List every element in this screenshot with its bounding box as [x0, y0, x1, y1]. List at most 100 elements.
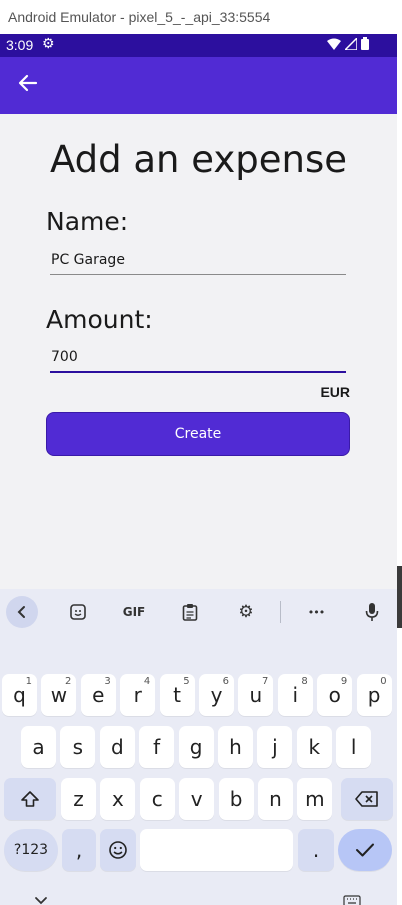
key-l-label: l — [350, 735, 357, 759]
key-x[interactable]: x — [100, 778, 136, 820]
status-bar: 3:09 ⚙ — [0, 34, 397, 57]
status-icons — [327, 37, 369, 50]
gif-button[interactable]: GIF — [118, 596, 150, 628]
key-e[interactable]: e3 — [80, 674, 116, 716]
key-t-hint: 5 — [183, 676, 190, 687]
shift-key[interactable] — [4, 778, 56, 820]
key-y-label: y — [210, 683, 223, 707]
key-t-label: t — [173, 683, 182, 707]
key-d[interactable]: d — [99, 726, 135, 768]
key-w[interactable]: w2 — [41, 674, 77, 716]
app-bar — [0, 57, 397, 114]
clipboard-icon[interactable] — [174, 596, 206, 628]
key-c-label: c — [151, 787, 163, 811]
name-label: Name: — [46, 207, 129, 236]
key-t[interactable]: t5 — [159, 674, 195, 716]
signal-icon — [345, 37, 357, 50]
key-o-hint: 9 — [340, 676, 348, 687]
key-v[interactable]: v — [179, 778, 215, 820]
key-i-hint: 8 — [301, 676, 308, 687]
key-n-label: n — [269, 787, 282, 811]
key-n[interactable]: n — [258, 778, 293, 820]
key-x-label: x — [111, 787, 124, 811]
sticker-icon[interactable] — [62, 596, 94, 628]
chevron-down-icon[interactable] — [34, 894, 48, 905]
key-i[interactable]: i8 — [277, 674, 313, 716]
key-m[interactable]: m — [297, 778, 333, 820]
emulator-frame-edge — [397, 34, 402, 905]
key-c[interactable]: c — [139, 778, 175, 820]
key-y-hint: 6 — [222, 676, 229, 687]
more-options-button[interactable]: ••• — [300, 596, 332, 628]
emoji-icon[interactable] — [100, 829, 136, 871]
key-z-label: z — [73, 787, 84, 811]
expense-form: Add an expense Name: Amount: EUR Create — [0, 114, 397, 584]
key-d-label: d — [110, 735, 124, 759]
key-u[interactable]: u7 — [238, 674, 274, 716]
arrow-left-icon[interactable] — [16, 71, 40, 95]
key-a[interactable]: a — [21, 726, 56, 768]
period-key[interactable]: . — [298, 829, 334, 871]
key-j-label: j — [272, 735, 278, 759]
key-i-label: i — [292, 683, 299, 707]
key-k[interactable]: k — [296, 726, 332, 768]
key-b-label: b — [229, 787, 243, 811]
key-f-label: f — [153, 735, 161, 759]
key-l[interactable]: l — [336, 726, 372, 768]
key-m-label: m — [305, 787, 325, 811]
page-title: Add an expense — [49, 138, 348, 181]
create-button[interactable]: Create — [46, 412, 350, 456]
key-u-hint: 7 — [262, 676, 269, 687]
key-e-hint: 3 — [104, 676, 111, 687]
toolbar-divider — [280, 601, 281, 623]
name-field[interactable] — [50, 245, 346, 275]
key-o[interactable]: o9 — [317, 674, 353, 716]
settings-gear-icon: ⚙ — [42, 35, 55, 51]
key-g-label: g — [189, 735, 203, 759]
key-j[interactable]: j — [257, 726, 293, 768]
keyboard-toolbar: GIF ⚙ ••• — [0, 589, 397, 635]
key-q[interactable]: q1 — [2, 674, 37, 716]
key-y[interactable]: y6 — [199, 674, 234, 716]
key-r[interactable]: r4 — [120, 674, 156, 716]
key-q-hint: 1 — [25, 676, 32, 687]
key-a-label: a — [32, 735, 45, 759]
key-p[interactable]: p0 — [356, 674, 392, 716]
wifi-icon — [327, 38, 341, 50]
key-q-label: q — [13, 683, 26, 707]
key-h-label: h — [229, 735, 242, 759]
chevron-left-icon[interactable] — [6, 596, 38, 628]
amount-field[interactable] — [50, 343, 346, 373]
key-u-label: u — [249, 683, 263, 707]
backspace-key[interactable] — [341, 778, 393, 820]
key-s-label: s — [72, 735, 84, 759]
key-f[interactable]: f — [139, 726, 175, 768]
currency-label: EUR — [320, 384, 350, 400]
space-key[interactable] — [140, 829, 293, 871]
key-p-label: p — [367, 683, 381, 707]
microphone-icon[interactable] — [356, 596, 388, 628]
key-v-label: v — [190, 787, 203, 811]
settings-icon[interactable]: ⚙ — [230, 596, 262, 628]
emulator-frame-shadow — [397, 566, 402, 628]
symbols-key[interactable]: ?123 — [4, 829, 58, 871]
key-k-label: k — [308, 735, 321, 759]
status-time: 3:09 — [6, 37, 34, 53]
battery-icon — [361, 37, 369, 50]
keyboard-switch-icon[interactable] — [343, 895, 361, 905]
key-s[interactable]: s — [60, 726, 96, 768]
key-h[interactable]: h — [218, 726, 253, 768]
enter-key[interactable] — [338, 829, 392, 871]
key-g[interactable]: g — [178, 726, 214, 768]
emulator-window-title: Android Emulator - pixel_5_-_api_33:5554 — [0, 0, 402, 34]
key-e-label: e — [92, 683, 105, 707]
comma-key[interactable]: , — [62, 829, 96, 871]
key-o-label: o — [328, 683, 341, 707]
soft-keyboard: GIF ⚙ ••• q1w2e3r4t5y6u7i8o9p0 asdfghjkl… — [0, 589, 397, 905]
key-z[interactable]: z — [61, 778, 96, 820]
key-b[interactable]: b — [218, 778, 254, 820]
phone-screen: 3:09 ⚙ Add an expense Name: Amount: EUR … — [0, 34, 397, 905]
amount-label: Amount: — [46, 305, 153, 334]
key-r-label: r — [133, 683, 142, 707]
key-w-hint: 2 — [65, 676, 72, 687]
